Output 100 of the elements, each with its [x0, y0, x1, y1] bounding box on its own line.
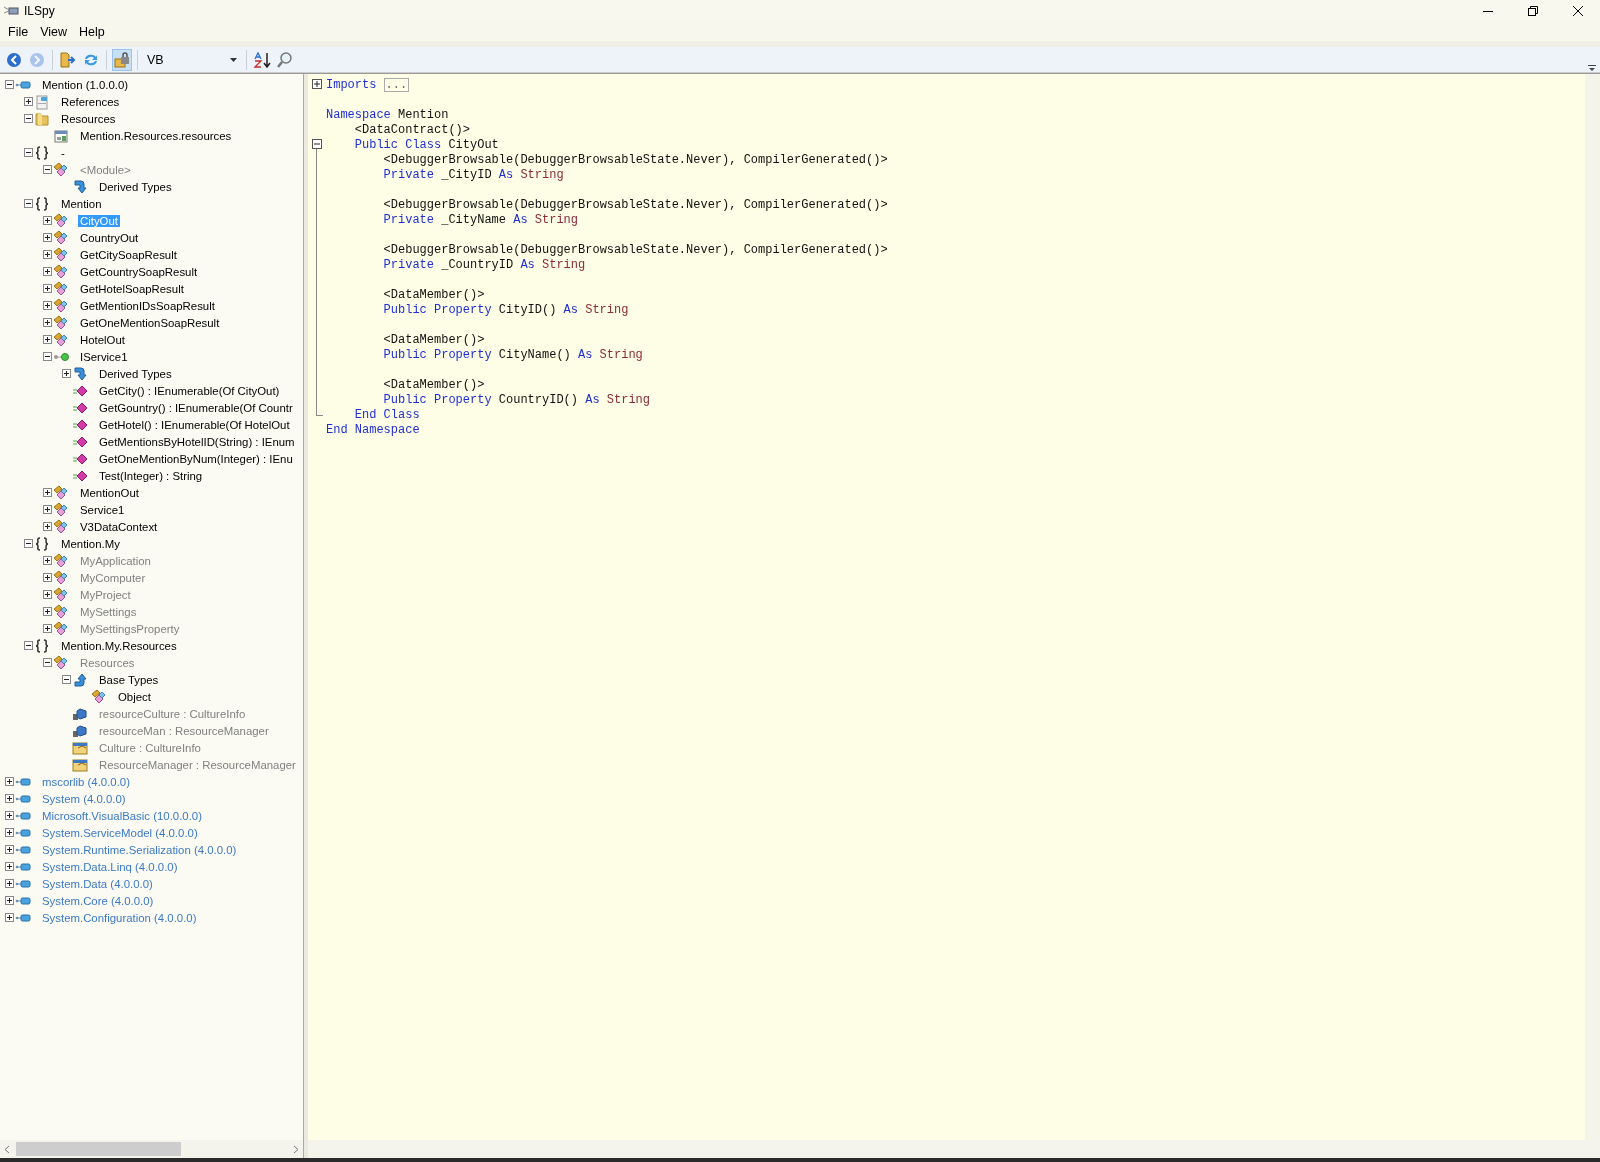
tree-item[interactable]: System.Runtime.Serialization (4.0.0.0) [40, 843, 239, 856]
tree-item[interactable]: Service1 [78, 503, 127, 516]
expand-icon[interactable] [5, 777, 14, 786]
menu-item[interactable]: Help [73, 24, 111, 39]
expand-icon[interactable] [43, 284, 52, 293]
tree-item[interactable]: Derived Types [97, 180, 174, 193]
tree-item[interactable]: MySettingsProperty [78, 622, 182, 635]
expand-icon[interactable] [43, 590, 52, 599]
expand-icon[interactable] [43, 267, 52, 276]
expand-icon[interactable] [5, 913, 14, 922]
expand-icon[interactable] [43, 556, 52, 565]
tree-item[interactable]: GetMentionsByHotelID(String) : IEnum [97, 435, 297, 448]
expand-icon[interactable] [43, 607, 52, 616]
tree-item[interactable]: Base Types [97, 673, 161, 686]
expand-icon[interactable] [5, 845, 14, 854]
expand-icon[interactable] [43, 318, 52, 327]
expand-icon[interactable] [62, 369, 71, 378]
tree-item[interactable]: System.Data (4.0.0.0) [40, 877, 155, 890]
expand-icon[interactable] [43, 624, 52, 633]
tree-item[interactable]: GetCountrySoapResult [78, 265, 200, 278]
language-dropdown[interactable]: VB [143, 49, 241, 70]
expand-icon[interactable] [43, 250, 52, 259]
collapse-icon[interactable] [24, 114, 33, 123]
tree-item[interactable]: System.Core (4.0.0.0) [40, 894, 156, 907]
tree-item[interactable]: mscorlib (4.0.0.0) [40, 775, 132, 788]
expand-icon[interactable] [43, 522, 52, 531]
horizontal-scrollbar[interactable] [308, 1140, 1600, 1158]
tree-item[interactable]: System.ServiceModel (4.0.0.0) [40, 826, 200, 839]
tree-item[interactable]: Test(Integer) : String [97, 469, 205, 482]
expand-icon[interactable] [43, 335, 52, 344]
collapse-icon[interactable] [24, 539, 33, 548]
tree-item[interactable]: IService1 [78, 350, 130, 363]
tree-item[interactable]: Microsoft.VisualBasic (10.0.0.0) [40, 809, 204, 822]
expand-icon[interactable] [312, 79, 322, 89]
tree-item[interactable]: MyComputer [78, 571, 148, 584]
expand-icon[interactable] [5, 862, 14, 871]
tree-item[interactable]: Mention.My [59, 537, 122, 550]
tree-item[interactable]: System.Data.Linq (4.0.0.0) [40, 860, 180, 873]
tree-item[interactable]: GetHotel() : IEnumerable(Of HotelOut [97, 418, 292, 431]
expand-icon[interactable] [43, 505, 52, 514]
tree-item[interactable]: Mention.My.Resources [59, 639, 179, 652]
tree-item[interactable]: MySettings [78, 605, 139, 618]
tree-item[interactable]: CountryOut [78, 231, 141, 244]
horizontal-scrollbar[interactable] [0, 1140, 303, 1158]
tree-item[interactable]: System.Configuration (4.0.0.0) [40, 911, 199, 924]
tree-item[interactable]: Object [116, 690, 153, 703]
tree-item[interactable]: GetOneMentionByNum(Integer) : IEnu [97, 452, 295, 465]
collapse-icon[interactable] [62, 675, 71, 684]
tree-item[interactable]: MentionOut [78, 486, 141, 499]
menu-item[interactable]: File [2, 24, 35, 39]
tree-item[interactable]: GetOneMentionSoapResult [78, 316, 222, 329]
tree-item[interactable]: Resources [78, 656, 137, 669]
collapse-icon[interactable] [43, 165, 52, 174]
expand-icon[interactable] [43, 301, 52, 310]
tree-item[interactable]: Mention (1.0.0.0) [40, 78, 131, 91]
tree-item[interactable]: <Module> [78, 163, 133, 176]
tree-item[interactable]: GetCitySoapResult [78, 248, 179, 261]
tree-item[interactable]: ResourceManager : ResourceManager [97, 758, 298, 771]
code-keyword: As [498, 167, 514, 182]
tree-item[interactable]: V3DataContext [78, 520, 160, 533]
tree-item[interactable]: GetGountry() : IEnumerable(Of Countr [97, 401, 295, 414]
field-icon [72, 705, 88, 722]
tree-item[interactable]: GetMentionIDsSoapResult [78, 299, 217, 312]
tree-item[interactable]: System (4.0.0.0) [40, 792, 128, 805]
expand-icon[interactable] [5, 811, 14, 820]
expand-icon[interactable] [5, 794, 14, 803]
expand-icon[interactable] [43, 216, 52, 225]
tree-item[interactable]: References [59, 95, 122, 108]
collapse-icon[interactable] [43, 352, 52, 361]
vertical-scrollbar[interactable] [1585, 74, 1600, 1140]
collapse-icon[interactable] [43, 658, 52, 667]
expand-icon[interactable] [5, 879, 14, 888]
expand-icon[interactable] [43, 233, 52, 242]
collapsed-block-marker[interactable]: ... [383, 77, 410, 92]
tree-item[interactable]: resourceCulture : CultureInfo [97, 707, 248, 720]
tree-item[interactable]: Culture : CultureInfo [97, 741, 203, 754]
expand-icon[interactable] [24, 97, 33, 106]
collapse-icon[interactable] [24, 641, 33, 650]
tree-item[interactable]: resourceMan : ResourceManager [97, 724, 271, 737]
collapse-icon[interactable] [5, 80, 14, 89]
tree-item[interactable]: MyProject [78, 588, 133, 601]
overflow-icon[interactable] [1588, 65, 1596, 72]
collapse-icon[interactable] [24, 199, 33, 208]
tree-item[interactable]: - [59, 146, 67, 159]
collapse-icon[interactable] [312, 139, 322, 149]
tree-item[interactable]: Mention.Resources.resources [78, 129, 234, 142]
tree-item[interactable]: GetCity() : IEnumerable(Of CityOut) [97, 384, 282, 397]
collapse-icon[interactable] [24, 148, 33, 157]
tree-item[interactable]: MyApplication [78, 554, 153, 567]
expand-icon[interactable] [5, 828, 14, 837]
tree-item[interactable]: Derived Types [97, 367, 174, 380]
tree-item[interactable]: Resources [59, 112, 118, 125]
expand-icon[interactable] [43, 573, 52, 582]
expand-icon[interactable] [43, 488, 52, 497]
menu-item[interactable]: View [34, 24, 74, 39]
tree-item[interactable]: HotelOut [78, 333, 127, 346]
expand-icon[interactable] [5, 896, 14, 905]
tree-item[interactable]: GetHotelSoapResult [78, 282, 186, 295]
tree-item[interactable]: Mention [59, 197, 104, 210]
lock-button[interactable] [112, 48, 132, 71]
